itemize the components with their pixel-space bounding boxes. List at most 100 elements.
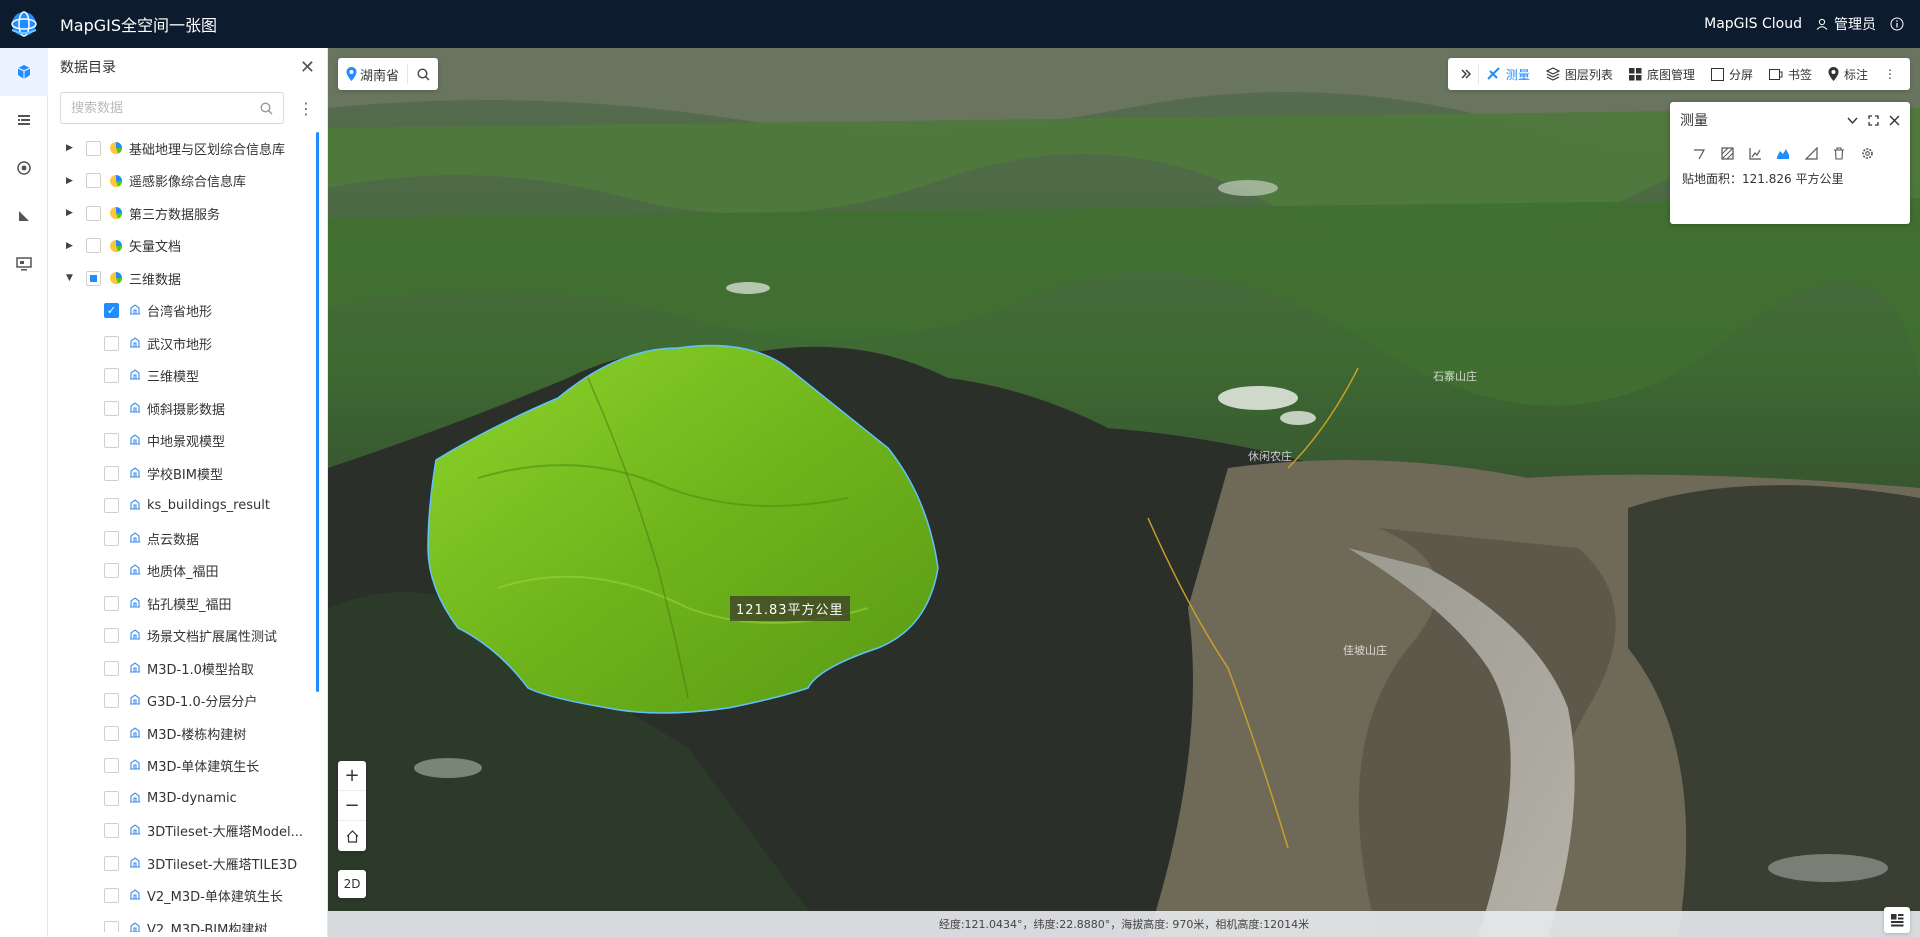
caret-right-icon[interactable]: ▶: [66, 241, 76, 251]
tool-basemap[interactable]: 底图管理: [1621, 58, 1703, 90]
layer-checkbox[interactable]: [104, 498, 119, 514]
rail-tools[interactable]: [0, 192, 48, 240]
tree-layer[interactable]: 学校BIM模型: [48, 457, 327, 490]
surface-area-icon[interactable]: [1776, 146, 1790, 160]
location-search-button[interactable]: [408, 67, 438, 81]
region-selector[interactable]: 湖南省: [338, 64, 409, 84]
layer-checkbox[interactable]: [104, 433, 119, 449]
layer-checkbox[interactable]: [104, 368, 119, 384]
collapse-toolbar-button[interactable]: [1454, 64, 1479, 84]
area-icon[interactable]: [1720, 146, 1734, 160]
layer-checkbox[interactable]: [104, 530, 119, 546]
layer-checkbox[interactable]: ✓: [104, 303, 119, 319]
distance-icon[interactable]: [1692, 146, 1706, 160]
info-icon[interactable]: [1890, 17, 1904, 31]
layer-checkbox[interactable]: [104, 920, 119, 932]
tree-layer[interactable]: V2_M3D-BIM构建树: [48, 912, 327, 932]
layer-checkbox[interactable]: [104, 855, 119, 871]
triangle-icon[interactable]: [1804, 146, 1818, 160]
layer-checkbox[interactable]: [104, 790, 119, 806]
close-icon[interactable]: [1889, 115, 1900, 126]
zoom-out-button[interactable]: −: [338, 791, 366, 821]
tree-layer[interactable]: ks_buildings_result: [48, 490, 327, 523]
user-icon: [1816, 18, 1828, 30]
tree-layer[interactable]: 倾斜摄影数据: [48, 392, 327, 425]
tree-layer[interactable]: 场景文档扩展属性测试: [48, 620, 327, 653]
settings-icon[interactable]: [1860, 146, 1874, 160]
tree-layer[interactable]: G3D-1.0-分层分户: [48, 685, 327, 718]
data-catalog-panel: 数据目录 ✕ ⋮ ▶ 基础地理与区划综合信息库 ▶ 遥感影像综合信息库 ▶ 第三方数据服务…: [48, 48, 328, 937]
tool-layer-list[interactable]: 图层列表: [1538, 58, 1621, 90]
layer-checkbox[interactable]: [104, 660, 119, 676]
rail-analysis[interactable]: [0, 144, 48, 192]
folder-checkbox[interactable]: [86, 173, 101, 189]
caret-right-icon[interactable]: ▶: [66, 208, 76, 218]
search-icon[interactable]: [260, 101, 273, 115]
folder-checkbox[interactable]: [86, 205, 101, 221]
trash-icon[interactable]: [1832, 146, 1846, 160]
layer-checkbox[interactable]: [104, 725, 119, 741]
folder-checkbox[interactable]: [86, 238, 101, 254]
more-vertical-icon[interactable]: ⋮: [298, 99, 314, 118]
tree-layer[interactable]: 地质体_福田: [48, 555, 327, 588]
layer-checkbox[interactable]: [104, 693, 119, 709]
rail-screen[interactable]: [0, 240, 48, 288]
tree-layer[interactable]: 中地景观模型: [48, 425, 327, 458]
tool-split-screen[interactable]: 分屏: [1703, 58, 1761, 90]
user-menu[interactable]: 管理员: [1816, 14, 1876, 34]
layer-checkbox[interactable]: [104, 563, 119, 579]
caret-right-icon[interactable]: ▶: [66, 143, 76, 153]
view-mode-2d-button[interactable]: 2D: [338, 870, 366, 898]
layer-checkbox[interactable]: [104, 335, 119, 351]
tree-layer[interactable]: ✓ 台湾省地形: [48, 295, 327, 328]
tree-layer[interactable]: 3DTileset-大雁塔TILE3D: [48, 847, 327, 880]
caret-right-icon[interactable]: ▶: [66, 176, 76, 186]
expand-icon[interactable]: [1868, 114, 1879, 126]
more-vertical-icon: ⋮: [1884, 67, 1896, 81]
folder-label: 遥感影像综合信息库: [129, 175, 247, 191]
tree-layer[interactable]: 三维模型: [48, 360, 327, 393]
home-button[interactable]: [338, 821, 366, 851]
tool-measure[interactable]: 测量: [1479, 58, 1538, 90]
layer-checkbox[interactable]: [104, 888, 119, 904]
layers-icon: [1545, 67, 1560, 81]
tree-layer[interactable]: M3D-1.0模型拾取: [48, 652, 327, 685]
tree-folder[interactable]: ▶ 基础地理与区划综合信息库: [48, 132, 327, 165]
toolbar-more-button[interactable]: ⋮: [1876, 58, 1904, 90]
tree-layer[interactable]: M3D-dynamic: [48, 782, 327, 815]
tree-folder[interactable]: ▶ 矢量文档: [48, 230, 327, 263]
layer-checkbox[interactable]: [104, 595, 119, 611]
tree-layer[interactable]: M3D-楼栋构建树: [48, 717, 327, 750]
rail-layer-list[interactable]: [0, 96, 48, 144]
map-viewport[interactable]: 石寨山庄 佳坡山庄 休闲农庄 121.83平方公里 湖南省 测量 图层列表 底图…: [328, 48, 1920, 937]
tree-layer[interactable]: M3D-单体建筑生长: [48, 750, 327, 783]
layer-checkbox[interactable]: [104, 400, 119, 416]
close-icon[interactable]: ✕: [300, 57, 315, 78]
chevron-down-icon[interactable]: [1847, 115, 1858, 126]
folder-checkbox[interactable]: [86, 140, 101, 156]
layer-checkbox[interactable]: [104, 628, 119, 644]
layer-checkbox[interactable]: [104, 758, 119, 774]
layer-checkbox[interactable]: [104, 823, 119, 839]
cloud-link[interactable]: MapGIS Cloud: [1704, 16, 1802, 32]
layout-toggle-button[interactable]: [1884, 907, 1910, 933]
tree-folder[interactable]: ▶ 遥感影像综合信息库: [48, 165, 327, 198]
tree-layer[interactable]: 钻孔模型_福田: [48, 587, 327, 620]
tree-scrollbar[interactable]: [316, 132, 319, 692]
zoom-in-button[interactable]: +: [338, 761, 366, 791]
tree-layer[interactable]: V2_M3D-单体建筑生长: [48, 880, 327, 913]
layer-checkbox[interactable]: [104, 465, 119, 481]
folder-checkbox[interactable]: [86, 270, 101, 286]
tree-folder[interactable]: ▶ 第三方数据服务: [48, 197, 327, 230]
search-input[interactable]: [71, 100, 260, 116]
caret-down-icon[interactable]: ▼: [66, 273, 76, 283]
tree-layer[interactable]: 点云数据: [48, 522, 327, 555]
tree-folder[interactable]: ▼ 三维数据: [48, 262, 327, 295]
tool-bookmark[interactable]: 书签: [1761, 58, 1820, 90]
tree-layer[interactable]: 3DTileset-大雁塔Model...: [48, 815, 327, 848]
tree-layer[interactable]: 武汉市地形: [48, 327, 327, 360]
tool-annotate[interactable]: 标注: [1820, 58, 1876, 90]
building-layer-icon: [129, 498, 141, 513]
profile-icon[interactable]: [1748, 146, 1762, 160]
rail-data-catalog[interactable]: [0, 48, 48, 96]
